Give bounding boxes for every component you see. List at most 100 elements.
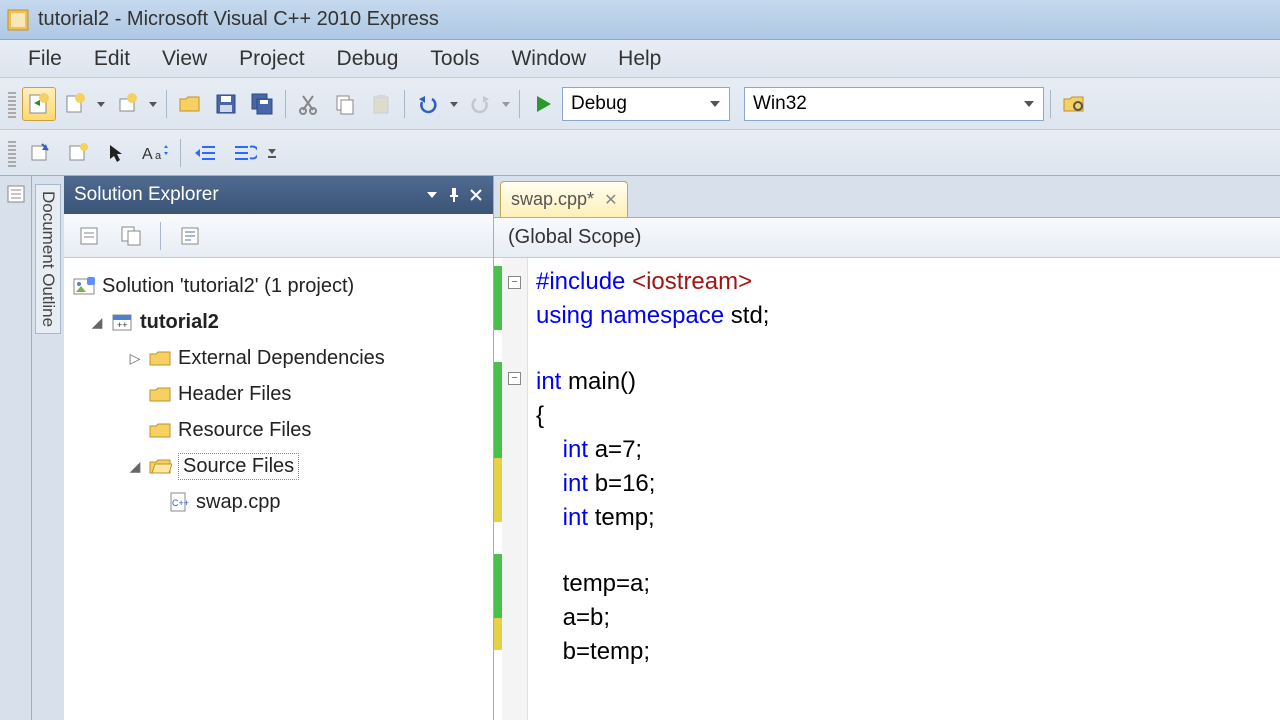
start-debug-button[interactable] bbox=[526, 87, 560, 121]
menu-view[interactable]: View bbox=[146, 41, 223, 77]
solution-explorer-title: Solution Explorer bbox=[74, 184, 219, 206]
display-object-button[interactable] bbox=[24, 136, 58, 170]
header-files-node[interactable]: Header Files bbox=[72, 376, 485, 412]
menu-help[interactable]: Help bbox=[602, 41, 677, 77]
title-bar: tutorial2 - Microsoft Visual C++ 2010 Ex… bbox=[0, 0, 1280, 40]
navigation-bar[interactable]: (Global Scope) bbox=[494, 218, 1280, 258]
menu-window[interactable]: Window bbox=[495, 41, 602, 77]
text-editor-toolbar: Aa bbox=[0, 130, 1280, 176]
folder-icon bbox=[148, 347, 172, 369]
new-item-sparkle-dropdown[interactable] bbox=[146, 99, 160, 109]
pin-icon[interactable] bbox=[447, 187, 461, 203]
expander-icon[interactable]: ◢ bbox=[128, 458, 142, 475]
document-outline-tab[interactable] bbox=[0, 176, 32, 720]
expander-icon[interactable]: ◢ bbox=[90, 314, 104, 331]
editor-tab-label: swap.cpp* bbox=[511, 189, 594, 210]
cut-button[interactable] bbox=[292, 87, 326, 121]
resource-files-label: Resource Files bbox=[178, 419, 311, 442]
editor-tab-strip: swap.cpp* ✕ bbox=[494, 176, 1280, 218]
cursor-select-button[interactable] bbox=[100, 136, 134, 170]
separator bbox=[404, 90, 405, 118]
save-button[interactable] bbox=[209, 87, 243, 121]
document-outline-tab-label-container[interactable]: Document Outline bbox=[32, 176, 64, 720]
scope-label: (Global Scope) bbox=[508, 226, 641, 249]
redo-button bbox=[463, 87, 497, 121]
project-icon: ++ bbox=[110, 311, 134, 333]
project-node[interactable]: ◢ ++ tutorial2 bbox=[72, 304, 485, 340]
external-dependencies-node[interactable]: ▷ External Dependencies bbox=[72, 340, 485, 376]
increase-indent-button[interactable] bbox=[227, 136, 261, 170]
display-param-button[interactable] bbox=[62, 136, 96, 170]
solution-node[interactable]: Solution 'tutorial2' (1 project) bbox=[72, 268, 485, 304]
undo-button[interactable] bbox=[411, 87, 445, 121]
open-file-button[interactable] bbox=[173, 87, 207, 121]
new-project-button[interactable] bbox=[22, 87, 56, 121]
decrease-indent-button[interactable] bbox=[189, 136, 223, 170]
add-item-dropdown[interactable] bbox=[94, 99, 108, 109]
undo-dropdown[interactable] bbox=[447, 99, 461, 109]
close-tab-icon[interactable]: ✕ bbox=[604, 190, 617, 210]
change-indicator-bar bbox=[494, 258, 502, 720]
panel-dropdown-icon[interactable] bbox=[425, 188, 439, 202]
font-size-button[interactable]: Aa bbox=[138, 136, 172, 170]
cpp-file-icon: C++ bbox=[166, 491, 190, 513]
svg-text:a: a bbox=[155, 150, 162, 162]
solution-tree[interactable]: Solution 'tutorial2' (1 project) ◢ ++ tu… bbox=[64, 258, 493, 720]
toolbar-grip[interactable] bbox=[8, 139, 16, 167]
menu-file[interactable]: File bbox=[12, 41, 78, 77]
svg-text:++: ++ bbox=[117, 320, 128, 330]
resource-files-node[interactable]: Resource Files bbox=[72, 412, 485, 448]
project-label: tutorial2 bbox=[140, 311, 219, 334]
code-editor[interactable]: − − #include <iostream> using namespace … bbox=[494, 258, 1280, 720]
add-item-button[interactable] bbox=[58, 87, 92, 121]
separator bbox=[285, 90, 286, 118]
expander-icon[interactable]: ▷ bbox=[128, 350, 142, 367]
code-content[interactable]: #include <iostream> using namespace std;… bbox=[528, 258, 777, 720]
solution-explorer-panel: Solution Explorer Solution 'tutorial2' (… bbox=[64, 176, 494, 720]
menu-bar: File Edit View Project Debug Tools Windo… bbox=[0, 40, 1280, 78]
menu-project[interactable]: Project bbox=[223, 41, 320, 77]
separator bbox=[160, 222, 161, 250]
fold-toggle[interactable]: − bbox=[508, 276, 521, 289]
editor-tab[interactable]: swap.cpp* ✕ bbox=[500, 181, 628, 217]
find-in-files-button[interactable] bbox=[1057, 87, 1091, 121]
document-outline-icon bbox=[6, 184, 26, 204]
toolbar-overflow[interactable] bbox=[265, 146, 279, 160]
show-all-files-button[interactable] bbox=[114, 219, 148, 253]
menu-tools[interactable]: Tools bbox=[414, 41, 495, 77]
properties-button[interactable] bbox=[72, 219, 106, 253]
svg-text:A: A bbox=[142, 146, 153, 163]
copy-button[interactable] bbox=[328, 87, 362, 121]
source-files-node[interactable]: ◢ Source Files bbox=[72, 448, 485, 484]
separator bbox=[166, 90, 167, 118]
view-code-button[interactable] bbox=[173, 219, 207, 253]
header-files-label: Header Files bbox=[178, 383, 291, 406]
folder-open-icon bbox=[148, 455, 172, 477]
source-file-label: swap.cpp bbox=[196, 491, 281, 514]
folder-icon bbox=[148, 419, 172, 441]
platform-select[interactable]: Win32 bbox=[744, 87, 1044, 121]
solution-label: Solution 'tutorial2' (1 project) bbox=[102, 275, 354, 298]
window-title: tutorial2 - Microsoft Visual C++ 2010 Ex… bbox=[38, 8, 439, 31]
source-file-node[interactable]: C++ swap.cpp bbox=[72, 484, 485, 520]
separator bbox=[1050, 90, 1051, 118]
content-area: Document Outline Solution Explorer Solut… bbox=[0, 176, 1280, 720]
save-all-button[interactable] bbox=[245, 87, 279, 121]
toolbar-grip[interactable] bbox=[8, 90, 16, 118]
redo-dropdown[interactable] bbox=[499, 99, 513, 109]
menu-debug[interactable]: Debug bbox=[321, 41, 415, 77]
platform-value: Win32 bbox=[753, 93, 807, 115]
solution-icon bbox=[72, 275, 96, 297]
menu-edit[interactable]: Edit bbox=[78, 41, 146, 77]
fold-toggle[interactable]: − bbox=[508, 372, 521, 385]
document-outline-label: Document Outline bbox=[35, 184, 61, 334]
svg-text:C++: C++ bbox=[172, 498, 189, 508]
close-icon[interactable] bbox=[469, 188, 483, 202]
new-item-sparkle-button[interactable] bbox=[110, 87, 144, 121]
solution-explorer-toolbar bbox=[64, 214, 493, 258]
configuration-value: Debug bbox=[571, 93, 627, 115]
folder-icon bbox=[148, 383, 172, 405]
fold-gutter: − − bbox=[502, 258, 528, 720]
external-dependencies-label: External Dependencies bbox=[178, 347, 385, 370]
configuration-select[interactable]: Debug bbox=[562, 87, 730, 121]
